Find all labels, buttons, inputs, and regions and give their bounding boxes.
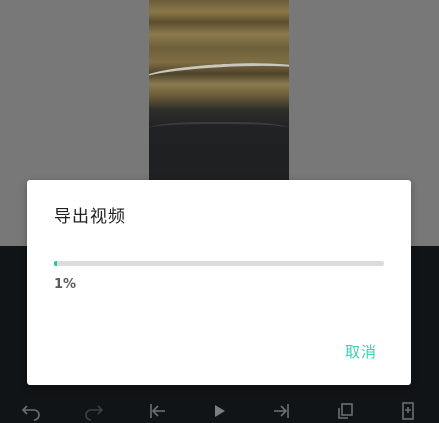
export-progress-fill [54, 261, 58, 266]
app-screen: 导出视频 1% 取消 [0, 0, 439, 423]
dialog-title: 导出视频 [54, 207, 126, 227]
export-progress-percent: 1% [54, 277, 77, 292]
cancel-button[interactable]: 取消 [345, 341, 377, 362]
export-video-dialog: 导出视频 1% 取消 [27, 180, 411, 385]
export-progress-bar [54, 261, 384, 266]
